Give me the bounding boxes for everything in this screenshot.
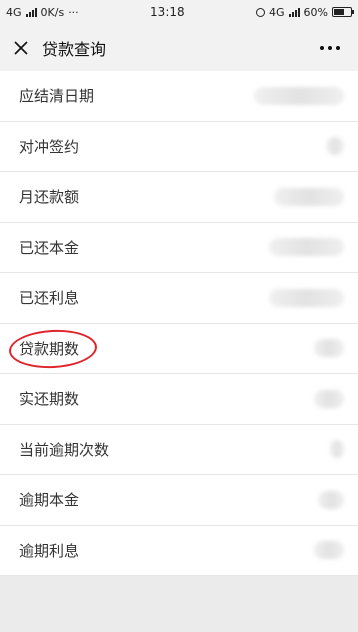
row-value-redacted: [330, 440, 344, 459]
row-value-redacted: [318, 490, 344, 509]
list-item: 逾期本金: [0, 475, 358, 526]
status-bar: 4G 0K/s ··· 13:18 4G 60%: [0, 0, 358, 24]
loan-detail-list: 应结清日期 对冲签约 月还款额 已还本金 已还利息 贷款期数 实还期数 当前逾期次数 逾期本金逾…: [0, 71, 358, 576]
status-time: 13:18: [150, 5, 185, 19]
signal-icon: [25, 7, 37, 17]
list-item: 实还期数: [0, 374, 358, 425]
more-icon[interactable]: [320, 24, 340, 71]
row-value-redacted: [254, 86, 344, 105]
row-label: 已还本金: [19, 238, 80, 257]
list-item: 对冲签约: [0, 122, 358, 172]
row-label: 月还款额: [19, 188, 80, 207]
alarm-icon: [256, 7, 265, 17]
row-value-redacted: [326, 137, 344, 156]
row-value-redacted: [274, 187, 344, 206]
status-dots: ···: [68, 5, 79, 19]
close-icon[interactable]: [2, 24, 40, 71]
network-type-right: 4G: [269, 5, 285, 19]
status-left: 4G 0K/s ···: [6, 6, 79, 19]
row-label: 当前逾期次数: [19, 440, 110, 459]
battery-fill: [333, 9, 344, 15]
status-right: 4G 60%: [256, 5, 354, 19]
network-speed: 0K/s: [40, 5, 65, 19]
row-label: 实还期数: [19, 390, 80, 409]
list-item: 已还利息: [0, 273, 358, 324]
battery-icon: [331, 7, 354, 17]
row-label: 逾期利息: [19, 541, 80, 560]
list-item: 已还本金: [0, 223, 358, 273]
page-title: 贷款查询: [42, 39, 107, 59]
list-item: 逾期利息: [0, 526, 358, 576]
row-value-redacted: [314, 389, 344, 408]
row-value-redacted: [269, 288, 344, 307]
row-label: 逾期本金: [19, 491, 80, 510]
network-type-left: 4G: [6, 5, 22, 19]
nav-bar: 贷款查询: [0, 24, 358, 71]
row-label: 已还利息: [19, 289, 80, 308]
row-label: 对冲签约: [19, 137, 80, 156]
row-label: 应结清日期: [19, 87, 95, 106]
row-value-redacted: [314, 541, 344, 560]
list-item: 月还款额: [0, 172, 358, 223]
list-item: 当前逾期次数: [0, 425, 358, 475]
row-value-redacted: [314, 339, 344, 358]
battery-percent: 60%: [303, 5, 328, 19]
list-item: 应结清日期: [0, 71, 358, 122]
signal-icon-right: [288, 7, 300, 17]
row-value-redacted: [269, 238, 344, 257]
